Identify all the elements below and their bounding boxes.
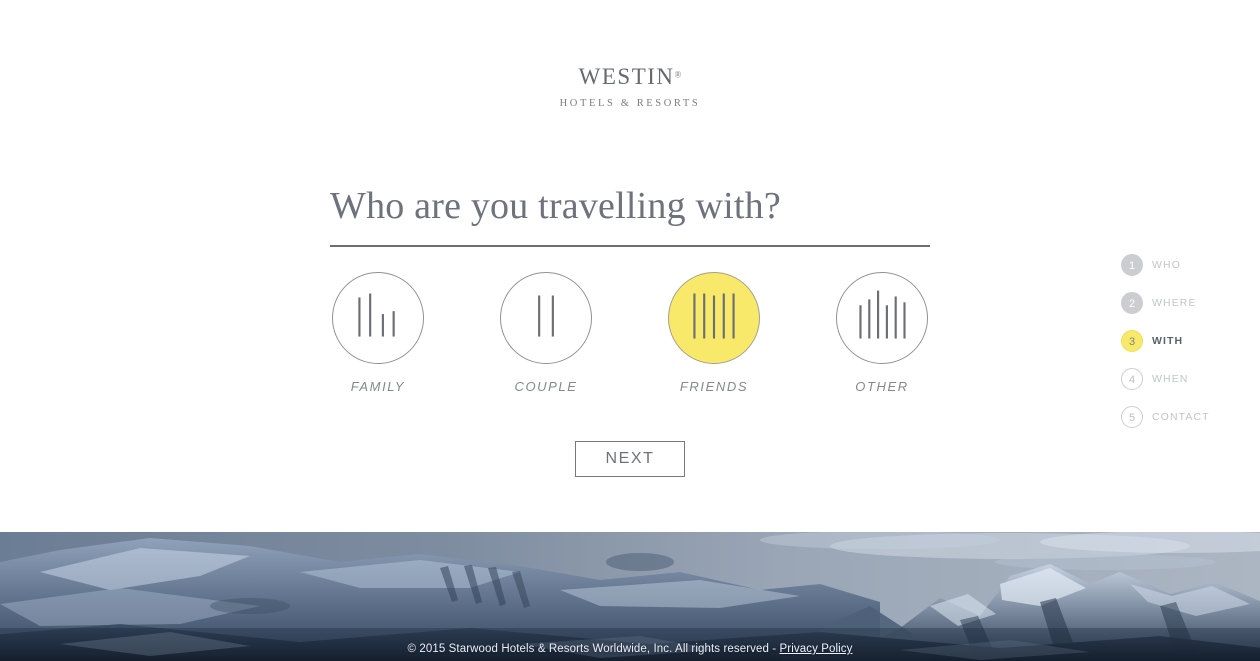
mountain-illustration xyxy=(0,532,1260,661)
progress-stepper: 1 WHO 2 WHERE 3 WITH 4 WHEN 5 CONTACT xyxy=(1121,246,1260,436)
footer-copyright: © 2015 Starwood Hotels & Resorts Worldwi… xyxy=(0,643,1260,655)
logo-wordmark: Westin® xyxy=(0,58,1260,91)
next-button[interactable]: NEXT xyxy=(575,441,685,477)
option-other-label: OTHER xyxy=(855,379,909,394)
title-divider xyxy=(330,245,930,247)
option-couple-label: COUPLE xyxy=(514,379,578,394)
option-friends-circle[interactable] xyxy=(668,272,760,364)
privacy-policy-link[interactable]: Privacy Policy xyxy=(780,643,853,655)
page-root: Westin® HOTELS & RESORTS Who are you tra… xyxy=(0,0,1260,661)
stepper-label-where: WHERE xyxy=(1152,297,1197,309)
option-friends[interactable]: FRIENDS xyxy=(666,272,762,394)
option-other[interactable]: OTHER xyxy=(834,272,930,394)
option-couple[interactable]: COUPLE xyxy=(498,272,594,394)
option-family[interactable]: FAMILY xyxy=(330,272,426,394)
option-family-label: FAMILY xyxy=(350,379,406,394)
option-other-circle[interactable] xyxy=(836,272,928,364)
stepper-item-with[interactable]: 3 WITH xyxy=(1121,322,1260,360)
stepper-number-2: 2 xyxy=(1121,292,1143,314)
mountain-hero-image xyxy=(0,532,1260,661)
stepper-label-with: WITH xyxy=(1152,335,1184,347)
stepper-number-4: 4 xyxy=(1121,368,1143,390)
registered-trademark-icon: ® xyxy=(674,69,682,80)
copyright-text: © 2015 Starwood Hotels & Resorts Worldwi… xyxy=(407,643,780,655)
stepper-label-when: WHEN xyxy=(1152,373,1189,385)
four-bars-family-icon xyxy=(358,293,395,337)
stepper-number-1: 1 xyxy=(1121,254,1143,276)
stepper-label-contact: CONTACT xyxy=(1152,411,1210,423)
page-title: Who are you travelling with? xyxy=(330,185,781,227)
five-bars-friends-icon xyxy=(693,293,735,339)
six-bars-other-icon xyxy=(859,290,906,339)
stepper-number-3: 3 xyxy=(1121,330,1143,352)
option-couple-circle[interactable] xyxy=(500,272,592,364)
stepper-item-contact[interactable]: 5 CONTACT xyxy=(1121,398,1260,436)
travel-party-options: FAMILY COUPLE FRIENDS OTHER xyxy=(330,272,930,394)
logo-subtitle: HOTELS & RESORTS xyxy=(559,98,701,109)
logo-word: Westin xyxy=(578,56,675,92)
stepper-item-where[interactable]: 2 WHERE xyxy=(1121,284,1260,322)
two-bars-couple-icon xyxy=(538,295,554,337)
stepper-number-5: 5 xyxy=(1121,406,1143,428)
stepper-item-when[interactable]: 4 WHEN xyxy=(1121,360,1260,398)
stepper-item-who[interactable]: 1 WHO xyxy=(1121,246,1260,284)
brand-logo: Westin® HOTELS & RESORTS xyxy=(0,58,1260,110)
option-family-circle[interactable] xyxy=(332,272,424,364)
stepper-label-who: WHO xyxy=(1152,259,1181,271)
option-friends-label: FRIENDS xyxy=(679,379,749,394)
